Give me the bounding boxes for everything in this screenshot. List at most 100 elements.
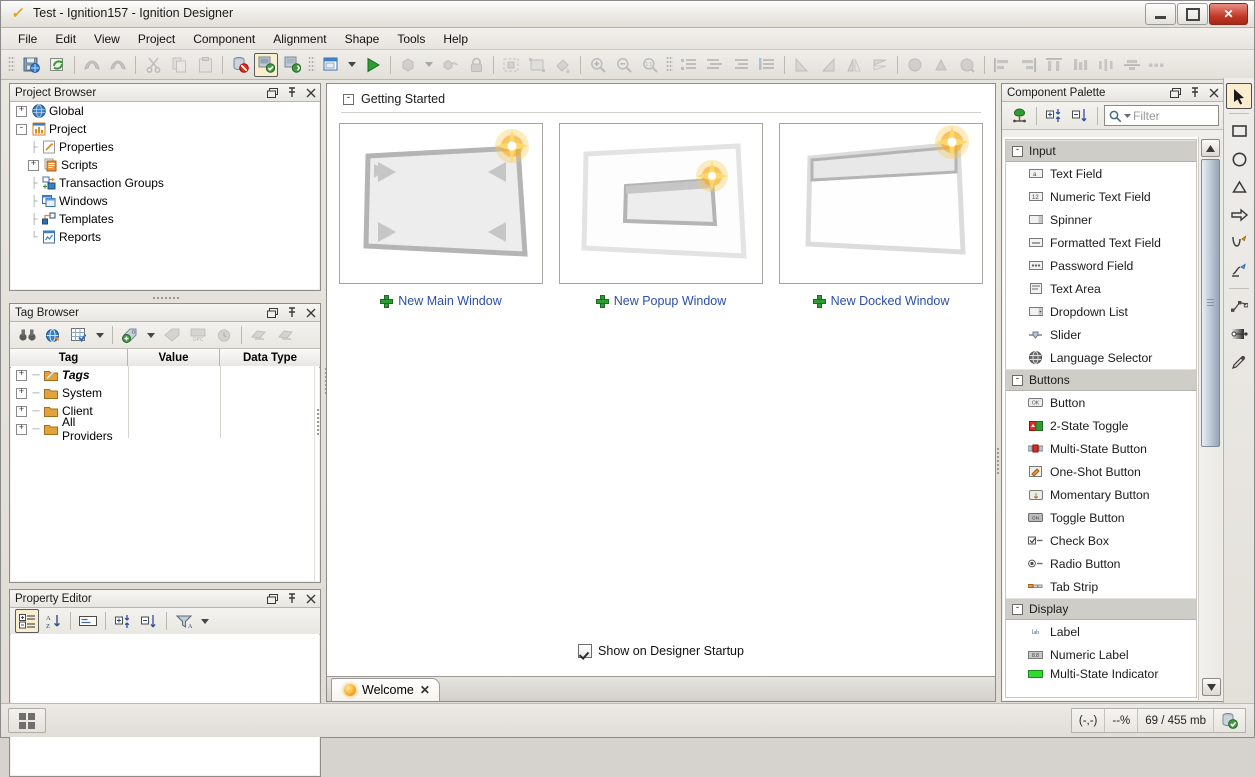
expander-icon[interactable]: + <box>16 106 27 117</box>
card-new-main-window[interactable]: New Main Window <box>339 123 543 308</box>
docked-window-thumb[interactable] <box>779 123 983 284</box>
polygon-pen-tool[interactable] <box>1226 258 1252 284</box>
palette-item-2-state-toggle[interactable]: 2-State Toggle <box>1006 414 1196 437</box>
pin-icon[interactable] <box>286 593 297 604</box>
filter-input[interactable]: Filter <box>1104 105 1219 126</box>
expand-all-icon[interactable] <box>1042 104 1066 128</box>
toolbar-grip[interactable] <box>308 56 315 73</box>
rotate-right-button[interactable] <box>816 53 840 77</box>
align-bottom-button[interactable] <box>1068 53 1092 77</box>
shape-union-button[interactable] <box>903 53 927 77</box>
path-nodes-tool[interactable] <box>1226 293 1252 319</box>
palette-group-display[interactable]: - Display <box>1006 598 1196 620</box>
close-icon[interactable] <box>305 593 316 604</box>
clock-icon[interactable] <box>212 323 236 347</box>
tab-close-icon[interactable]: ✕ <box>420 683 430 697</box>
ungroup-button[interactable] <box>438 53 462 77</box>
menu-help[interactable]: Help <box>434 30 477 48</box>
gateway-ok-icon[interactable] <box>1214 709 1245 732</box>
palette-item-language-selector[interactable]: Language Selector <box>1006 346 1196 369</box>
pin-icon[interactable] <box>286 307 297 318</box>
align-left-button[interactable] <box>990 53 1014 77</box>
import-icon[interactable] <box>247 323 271 347</box>
pin-icon[interactable] <box>286 87 297 98</box>
sort-az-icon[interactable]: AZ <box>41 609 65 633</box>
arrow-shape-tool[interactable] <box>1226 202 1252 228</box>
scrollbar-thumb[interactable] <box>1201 159 1220 447</box>
tag-view-dropdown-caret[interactable] <box>96 333 104 338</box>
tag-table-body[interactable]: + ─ Tags + ─ <box>11 366 319 581</box>
palette-item-formatted-text-field[interactable]: Formatted Text Field <box>1006 231 1196 254</box>
tree-item-project[interactable]: - Project <box>11 120 319 138</box>
expander-icon[interactable]: - <box>16 124 27 135</box>
pin-icon[interactable] <box>1189 87 1200 98</box>
palette-item-spinner[interactable]: Spinner <box>1006 208 1196 231</box>
new-tag-dropdown-caret[interactable] <box>147 333 155 338</box>
expander-icon[interactable]: - <box>343 94 354 105</box>
tag-globe-icon[interactable] <box>41 323 65 347</box>
table-row[interactable]: + ─ All Providers <box>11 420 319 438</box>
scroll-up-button[interactable] <box>1201 139 1220 157</box>
menu-tools[interactable]: Tools <box>388 30 434 48</box>
expander-icon[interactable]: - <box>1012 146 1023 157</box>
toolbar-grip[interactable] <box>8 56 15 73</box>
shape-subtract-button[interactable] <box>929 53 953 77</box>
float-icon[interactable] <box>1170 87 1181 98</box>
filter-funnel-icon[interactable]: A <box>172 609 196 633</box>
palette-item-check-box[interactable]: Check Box <box>1006 529 1196 552</box>
zoom-actual-button[interactable]: 1:1 <box>638 53 662 77</box>
undo-button[interactable] <box>80 53 104 77</box>
show-on-startup-checkbox[interactable] <box>578 644 592 658</box>
menu-shape[interactable]: Shape <box>336 30 389 48</box>
card-new-docked-window[interactable]: New Docked Window <box>779 123 983 308</box>
close-button[interactable]: ✕ <box>1209 3 1248 25</box>
ellipse-tool[interactable] <box>1226 146 1252 172</box>
scroll-down-button[interactable] <box>1202 678 1221 696</box>
table-row[interactable]: + ─ Tags <box>11 366 319 384</box>
description-icon[interactable] <box>76 609 100 633</box>
project-tree[interactable]: + Global - Project ├ <box>11 102 319 289</box>
refresh-button[interactable] <box>45 53 69 77</box>
palette-item-password-field[interactable]: Password Field <box>1006 254 1196 277</box>
comm-readwrite-button[interactable] <box>280 53 304 77</box>
palette-item-text-area[interactable]: Text Area <box>1006 277 1196 300</box>
pen-curve-tool[interactable] <box>1226 230 1252 256</box>
table-row[interactable]: + ─ Client <box>11 402 319 420</box>
close-icon[interactable] <box>305 307 316 318</box>
expander-icon[interactable]: + <box>28 160 39 171</box>
triangle-tool[interactable] <box>1226 174 1252 200</box>
distribute-horizontal-button[interactable] <box>1094 53 1118 77</box>
grid-squares-icon[interactable] <box>8 708 46 733</box>
fit-selection-button[interactable] <box>499 53 523 77</box>
palette-item-text-field[interactable]: a Text Field <box>1006 162 1196 185</box>
shape-intersect-button[interactable] <box>955 53 979 77</box>
rectangle-tool[interactable] <box>1226 118 1252 144</box>
tag-browser-resize-handle[interactable] <box>314 399 321 445</box>
indent-d-button[interactable] <box>755 53 779 77</box>
center-vertical-button[interactable] <box>1120 53 1144 77</box>
flip-horizontal-button[interactable] <box>842 53 866 77</box>
new-window-dropdown-caret[interactable] <box>348 62 356 67</box>
menu-project[interactable]: Project <box>129 30 184 48</box>
tree-item-scripts[interactable]: + Scripts <box>11 156 319 174</box>
menu-component[interactable]: Component <box>184 30 264 48</box>
gradient-tool[interactable] <box>1226 321 1252 347</box>
splitter-project-tag[interactable] <box>131 294 201 301</box>
align-right-button[interactable] <box>1016 53 1040 77</box>
new-window-button[interactable] <box>319 53 343 77</box>
minimize-button[interactable] <box>1145 3 1176 25</box>
tree-item-reports[interactable]: └ Reports <box>11 228 319 246</box>
column-header-tag[interactable]: Tag <box>10 349 128 367</box>
select-tool[interactable] <box>1226 83 1252 109</box>
palette-list[interactable]: - Input a Text Field 12 Numeric Text Fie… <box>1003 137 1199 700</box>
tab-welcome[interactable]: Welcome ✕ <box>331 678 440 701</box>
cut-button[interactable] <box>141 53 165 77</box>
palette-item-tab-strip[interactable]: Tab Strip <box>1006 575 1196 598</box>
card-caption[interactable]: New Main Window <box>339 294 543 308</box>
group-dropdown-caret[interactable] <box>425 62 433 67</box>
splitter-center-palette[interactable] <box>994 438 1001 484</box>
popup-window-thumb[interactable] <box>559 123 763 284</box>
palette-item-multi-state-button[interactable]: Multi-State Button <box>1006 437 1196 460</box>
group-button[interactable] <box>396 53 420 77</box>
palette-item-multi-state-indicator[interactable]: Multi-State Indicator <box>1006 666 1196 682</box>
